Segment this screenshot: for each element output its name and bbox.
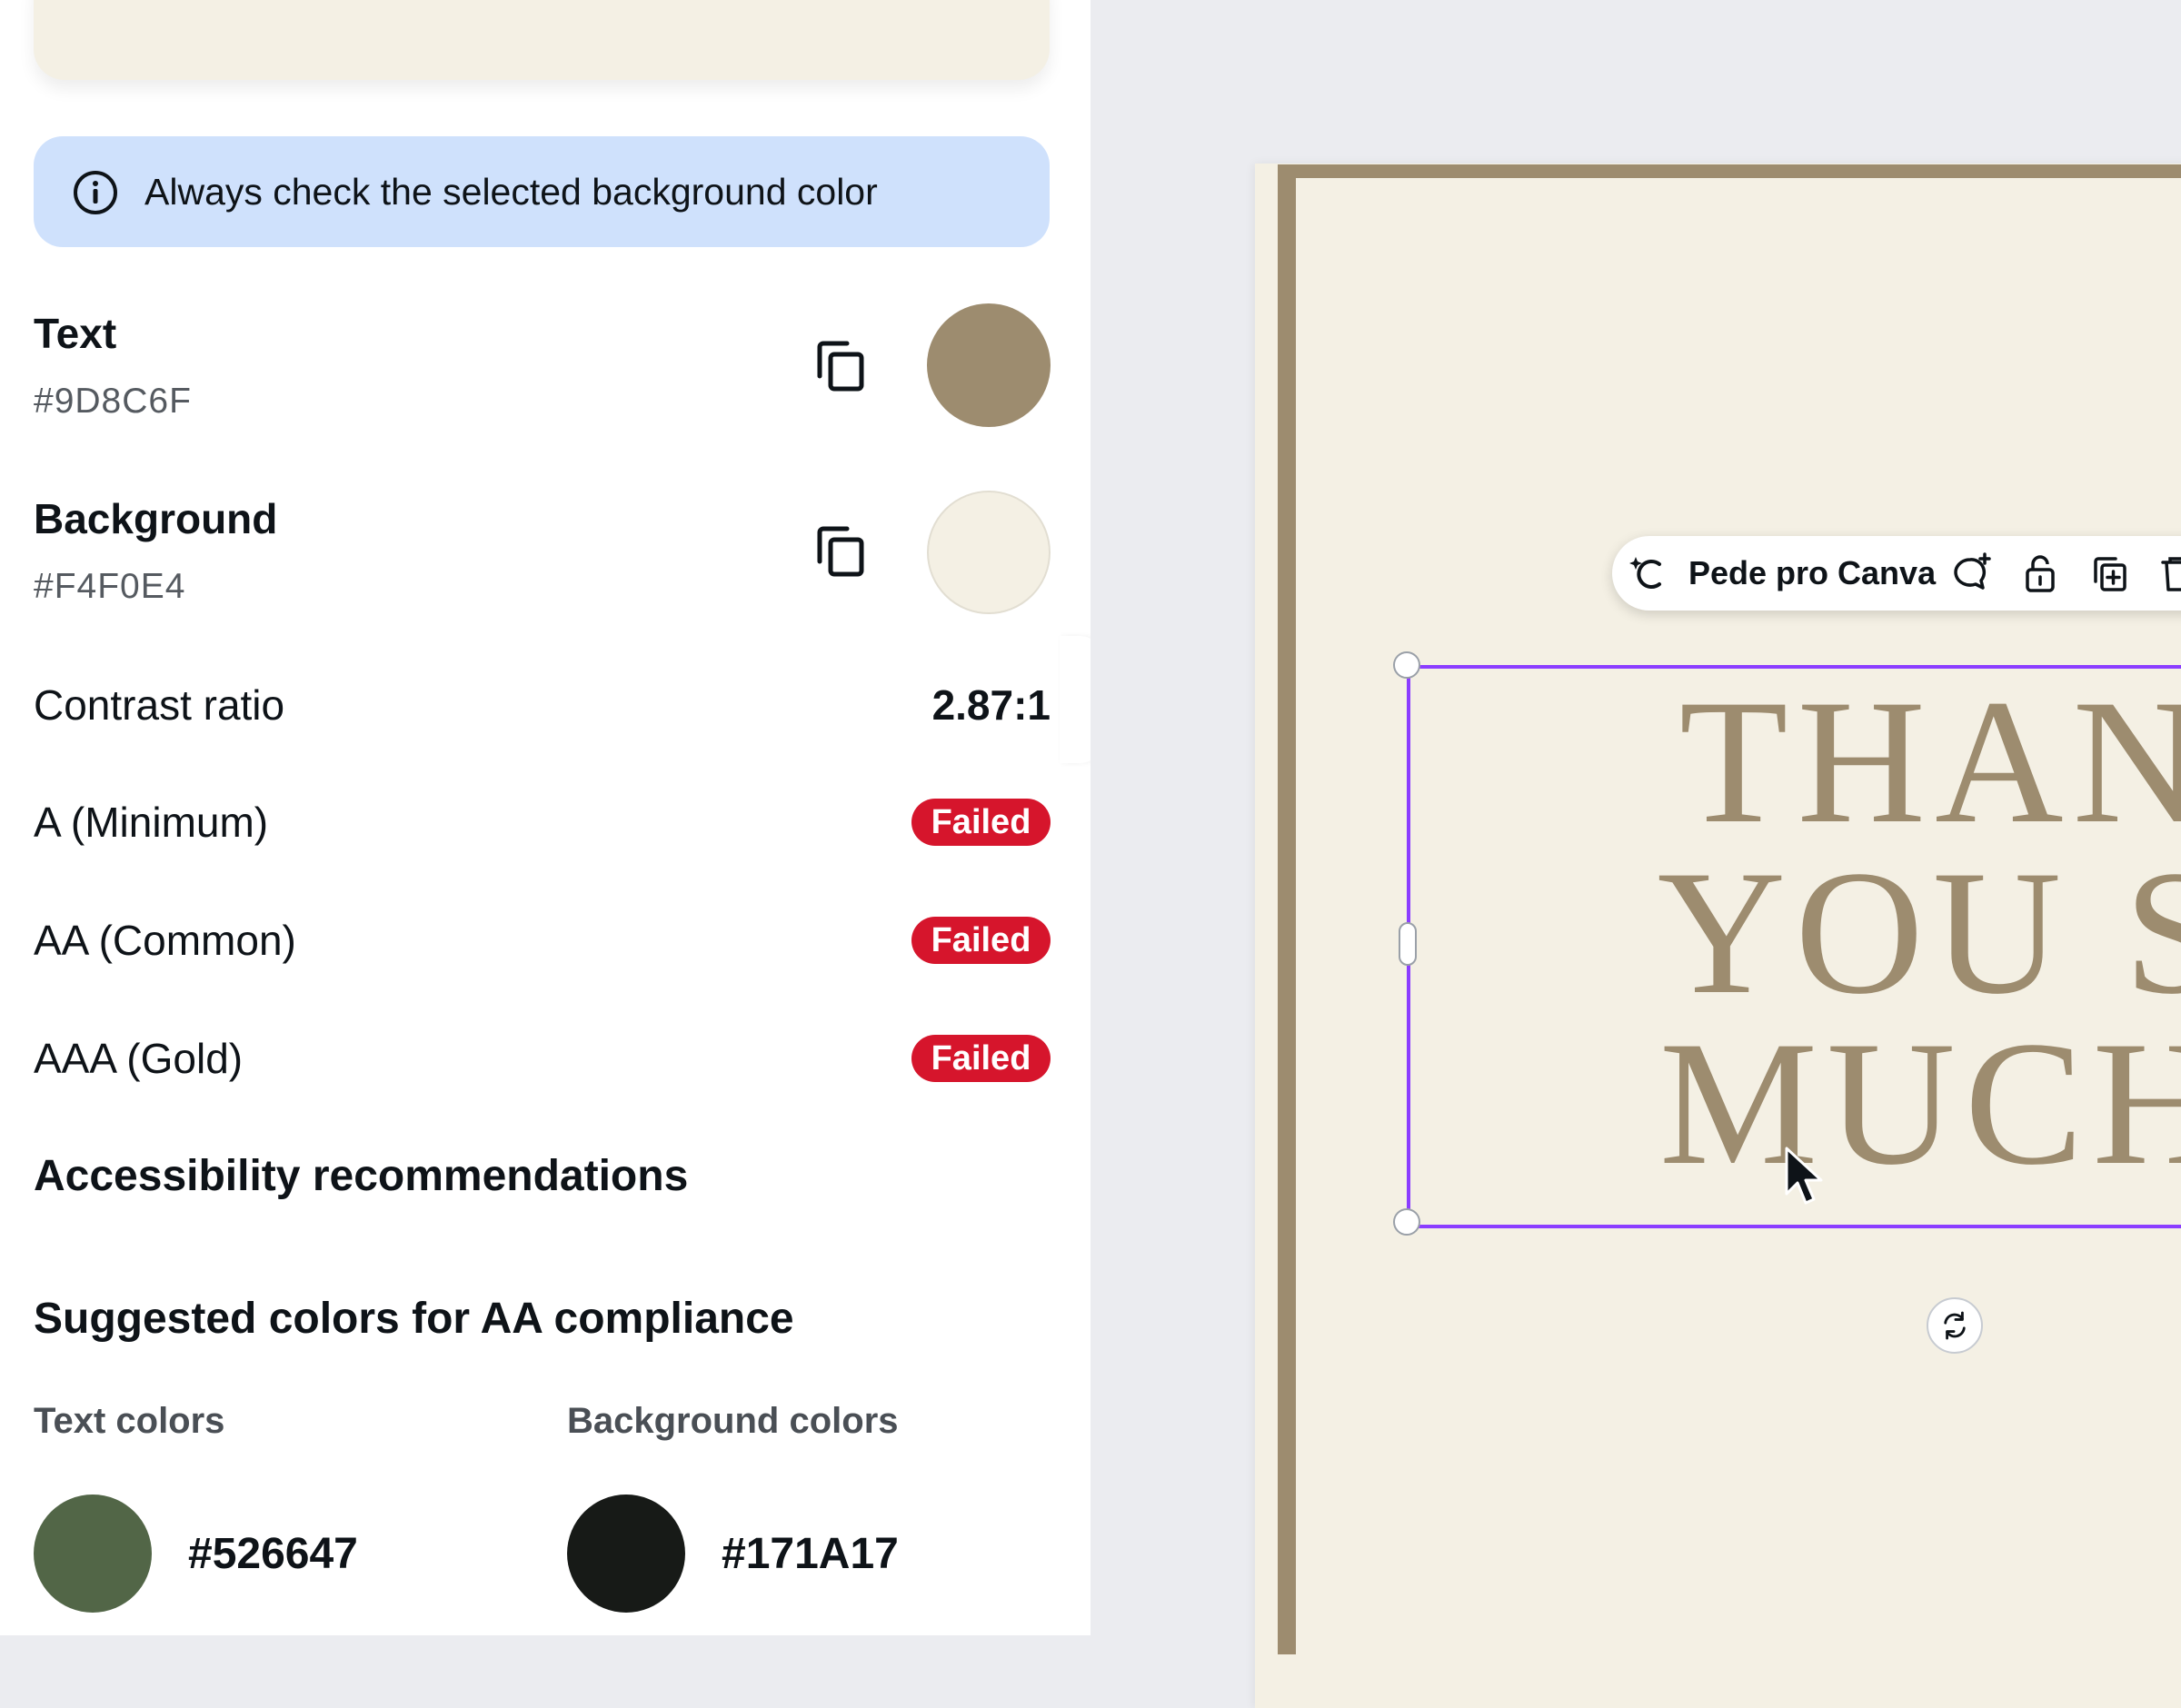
suggested-text-color-hex: #526647 [188, 1530, 358, 1578]
status-badge: Failed [911, 799, 1051, 846]
design-canvas: Pede pro Canva THAN YOU S MUCH [1090, 0, 2181, 1708]
contrast-ratio-label: Contrast ratio [34, 681, 285, 729]
copy-background-color-icon[interactable] [809, 520, 872, 583]
add-comment-icon[interactable] [1950, 552, 1992, 594]
page-border-top [1296, 164, 2181, 178]
background-color-swatch[interactable] [927, 491, 1051, 614]
recommendations-heading: Accessibility recommendations [34, 1152, 689, 1200]
text-color-title: Text [34, 310, 117, 357]
suggested-colors-heading: Suggested colors for AA compliance [34, 1295, 794, 1343]
status-badge: Failed [911, 917, 1051, 964]
resize-handle-left[interactable] [1399, 922, 1417, 966]
background-colors-label: Background colors [567, 1401, 899, 1441]
mouse-cursor-icon [1785, 1147, 1823, 1205]
element-toolbar: Pede pro Canva [1612, 536, 2181, 611]
duplicate-icon[interactable] [2088, 552, 2130, 594]
info-icon [74, 171, 117, 214]
text-colors-label: Text colors [34, 1401, 225, 1441]
page-border-left [1278, 164, 1296, 1654]
check-aaa-gold-label: AAA (Gold) [34, 1035, 244, 1082]
lock-icon[interactable] [2019, 552, 2061, 594]
text-color-hex: #9D8C6F [34, 382, 192, 421]
preview-card [34, 0, 1050, 80]
resize-handle-top-left[interactable] [1393, 651, 1420, 679]
delete-icon[interactable] [2157, 552, 2181, 594]
selection-box [1407, 665, 2181, 1228]
info-banner-text: Always check the selected background col… [144, 171, 878, 213]
suggested-text-color-swatch[interactable] [34, 1494, 152, 1613]
suggested-background-color-swatch[interactable] [567, 1494, 685, 1613]
info-banner: Always check the selected background col… [34, 136, 1050, 247]
status-badge: Failed [911, 1035, 1051, 1082]
text-color-swatch[interactable] [927, 303, 1051, 427]
check-a-minimum-label: A (Minimum) [34, 799, 269, 846]
background-color-hex: #F4F0E4 [34, 567, 186, 606]
copy-text-color-icon[interactable] [809, 334, 872, 398]
contrast-ratio-value: 2.87:1 [931, 681, 1051, 729]
resize-handle-bottom-left[interactable] [1393, 1208, 1420, 1236]
magic-sparkle-icon[interactable] [1627, 551, 1670, 595]
background-color-title: Background [34, 495, 278, 542]
suggested-background-color-hex: #171A17 [722, 1530, 899, 1578]
check-aa-common-label: AA (Common) [34, 917, 296, 964]
ask-canva-button[interactable]: Pede pro Canva [1688, 536, 1936, 611]
color-contrast-panel: Always check the selected background col… [0, 0, 1090, 1635]
rotate-icon[interactable] [1927, 1297, 1983, 1354]
panel-collapse-handle[interactable] [1060, 636, 1090, 763]
